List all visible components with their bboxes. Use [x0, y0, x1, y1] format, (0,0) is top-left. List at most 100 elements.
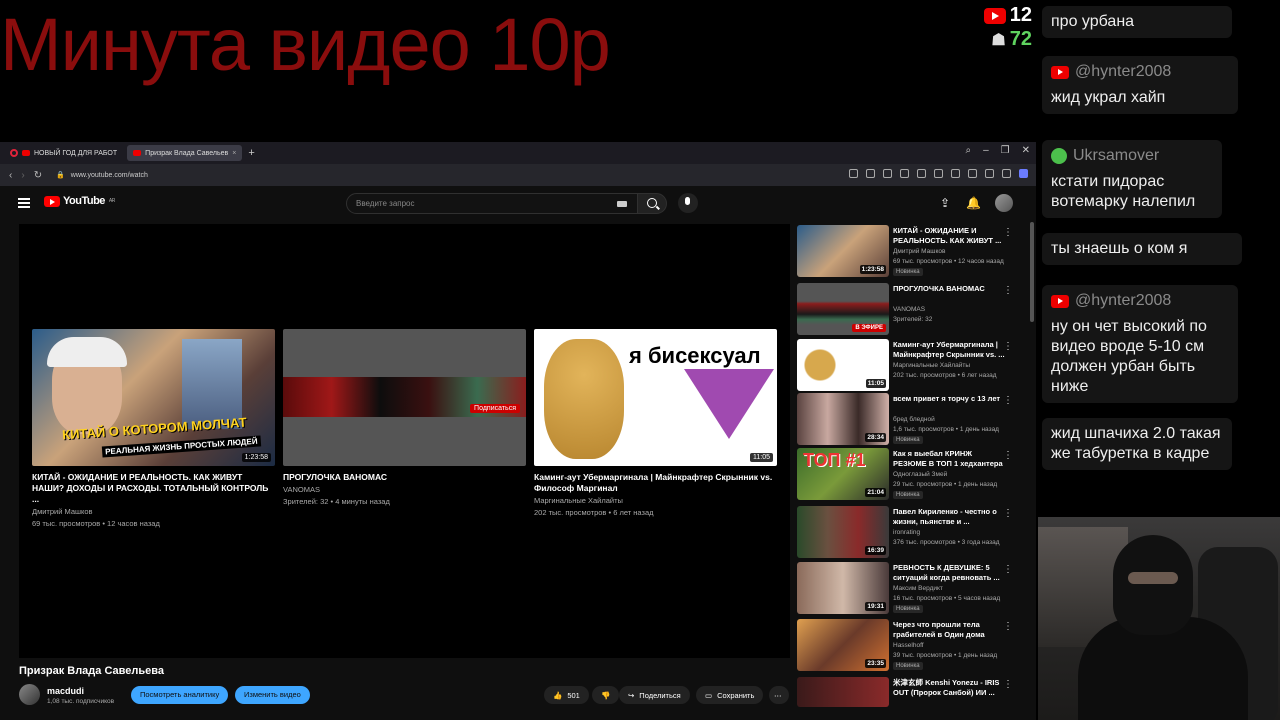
extension-icon[interactable] — [1002, 169, 1011, 178]
more-icon[interactable]: ⋮ — [1003, 341, 1013, 352]
endcard-thumbnail[interactable]: Подписаться — [283, 329, 526, 466]
lock-icon: 🔒 — [56, 172, 65, 179]
url-field[interactable]: 🔒 www.youtube.com/watch — [56, 171, 148, 180]
duration-badge: 19:31 — [865, 602, 886, 611]
bell-icon[interactable]: 🔔 — [966, 196, 981, 210]
edit-video-button[interactable]: Изменить видео — [235, 686, 310, 704]
related-thumbnail[interactable]: 16:39 — [797, 506, 889, 558]
scrollbar[interactable] — [1030, 222, 1034, 322]
related-thumbnail[interactable]: 19:31 — [797, 562, 889, 614]
related-video[interactable]: 23:35 Через что прошли тела грабителей в… — [797, 619, 1029, 671]
related-video[interactable]: 11:05 Каминг-аут Убермаргинала | Майнкра… — [797, 339, 1029, 391]
related-title[interactable]: всем привет я торчу с 13 лет — [893, 394, 1005, 404]
endcard-title[interactable]: Каминг-аут Убермаргинала | Майнкрафтер С… — [534, 472, 777, 494]
extension-icon[interactable] — [1019, 169, 1028, 178]
more-icon[interactable]: ⋮ — [1003, 679, 1013, 690]
upload-icon[interactable]: ⇪ — [940, 196, 950, 210]
search-tabs-icon[interactable]: ⌕ — [965, 145, 971, 156]
more-icon[interactable]: ⋮ — [1003, 621, 1013, 632]
channel-name[interactable]: macdudi — [47, 686, 84, 696]
more-actions-button[interactable]: ⋯ — [769, 686, 789, 704]
related-thumbnail[interactable] — [797, 677, 889, 707]
endcard-channel-card[interactable]: Подписаться ПРОГУЛОЧКА ВАНОМАС VANOMAS З… — [283, 329, 526, 507]
related-video[interactable]: ТОП #1 21:04 Как я выебал КРИНЖ РЕЗЮМЕ В … — [797, 448, 1029, 500]
tab-new-year[interactable]: НОВЫЙ ГОД ДЛЯ РАБОТ — [4, 145, 123, 161]
endcard-channel: Дмитрий Машков — [32, 507, 93, 516]
subscribe-button[interactable]: Подписаться — [470, 404, 520, 413]
extension-icon[interactable] — [968, 169, 977, 178]
related-title[interactable]: ПРОГУЛОЧКА ВАНОМАС — [893, 284, 1005, 294]
youtube-logo[interactable]: YouTube AR — [44, 195, 115, 207]
endcard-thumbnail[interactable]: КИТАЙ О КОТОРОМ МОЛЧАТ РЕАЛЬНАЯ ЖИЗНЬ ПР… — [32, 329, 275, 466]
extension-icon[interactable] — [849, 169, 858, 178]
related-title[interactable]: Через что прошли тела грабителей в Один … — [893, 620, 1005, 640]
extension-icon[interactable] — [917, 169, 926, 178]
chat-text: кстати пидорас вотемарку налепил — [1051, 173, 1196, 210]
save-button[interactable]: ▭ Сохранить — [696, 686, 764, 704]
more-icon[interactable]: ⋮ — [1003, 227, 1013, 238]
related-thumbnail[interactable]: В ЭФИРЕ — [797, 283, 889, 335]
like-button[interactable]: 👍 501 — [544, 686, 589, 704]
search-input[interactable]: Введите запрос — [346, 193, 638, 214]
dislike-button[interactable]: 👎 — [592, 686, 620, 704]
chat-author: @hynter2008 — [1075, 63, 1172, 80]
close-window-icon[interactable]: ✕ — [1022, 145, 1030, 156]
endcard-title[interactable]: ПРОГУЛОЧКА ВАНОМАС — [283, 472, 526, 483]
related-video[interactable]: 19:31 РЕВНОСТЬ К ДЕВУШКЕ: 5 ситуаций ког… — [797, 562, 1029, 614]
related-thumbnail[interactable]: 23:35 — [797, 619, 889, 671]
mic-icon[interactable] — [678, 193, 698, 213]
more-icon[interactable]: ⋮ — [1003, 395, 1013, 406]
related-thumbnail[interactable]: 11:05 — [797, 339, 889, 391]
video-player[interactable]: КИТАЙ О КОТОРОМ МОЛЧАТ РЕАЛЬНАЯ ЖИЗНЬ ПР… — [19, 224, 790, 658]
extension-icon[interactable] — [951, 169, 960, 178]
endcard-thumbnail[interactable]: я бисексуал 11:05 — [534, 329, 777, 466]
related-thumbnail[interactable]: ТОП #1 21:04 — [797, 448, 889, 500]
related-title[interactable]: РЕВНОСТЬ К ДЕВУШКЕ: 5 ситуаций когда рев… — [893, 563, 1005, 583]
related-video[interactable]: 米津玄師 Kenshi Yonezu - IRIS OUT (Пророк Са… — [797, 677, 1029, 707]
new-tab-button[interactable]: + — [248, 147, 254, 159]
analytics-button[interactable]: Посмотреть аналитику — [131, 686, 229, 704]
search-button[interactable] — [637, 193, 667, 214]
restore-icon[interactable]: ❐ — [1001, 145, 1010, 156]
reload-icon[interactable]: ↻ — [34, 170, 42, 181]
related-thumbnail[interactable]: 1:23:58 — [797, 225, 889, 277]
new-badge: Новинка — [893, 662, 923, 670]
endcard-title[interactable]: КИТАЙ - ОЖИДАНИЕ И РЕАЛЬНОСТЬ. КАК ЖИВУТ… — [32, 472, 275, 505]
related-title[interactable]: Каминг-аут Убермаргинала | Майнкрафтер С… — [893, 340, 1005, 360]
related-title[interactable]: Как я выебал КРИНЖ РЕЗЮМЕ В ТОП 1 хедхан… — [893, 449, 1005, 469]
more-icon[interactable]: ⋮ — [1003, 508, 1013, 519]
related-title[interactable]: Павел Кириленко - честно о жизни, пьянст… — [893, 507, 1005, 527]
related-title[interactable]: КИТАЙ - ОЖИДАНИЕ И РЕАЛЬНОСТЬ. КАК ЖИВУТ… — [893, 226, 1005, 246]
share-button[interactable]: ↪ Поделиться — [619, 686, 690, 704]
more-icon[interactable]: ⋮ — [1003, 285, 1013, 296]
more-icon[interactable]: ⋮ — [1003, 450, 1013, 461]
chat-text: ты знаешь о ком я — [1051, 240, 1188, 257]
chat-message: жид шпачиха 2.0 такая же табуретка в кад… — [1042, 418, 1232, 470]
youtube-favicon — [22, 150, 30, 156]
related-video[interactable]: 16:39 Павел Кириленко - честно о жизни, … — [797, 506, 1029, 558]
keyboard-icon[interactable] — [617, 201, 627, 207]
related-video[interactable]: 1:23:58 КИТАЙ - ОЖИДАНИЕ И РЕАЛЬНОСТЬ. К… — [797, 225, 1029, 277]
menu-icon[interactable] — [18, 198, 30, 208]
extension-icon[interactable] — [866, 169, 875, 178]
back-icon[interactable]: ‹ — [9, 170, 12, 181]
related-video[interactable]: В ЭФИРЕ ПРОГУЛОЧКА ВАНОМАС VANOMAS Зрите… — [797, 283, 1029, 335]
extension-icon[interactable] — [900, 169, 909, 178]
extension-icon[interactable] — [934, 169, 943, 178]
channel-avatar[interactable] — [19, 684, 40, 705]
more-icon[interactable]: ⋮ — [1003, 564, 1013, 575]
extension-icon[interactable] — [883, 169, 892, 178]
duration-badge: 23:35 — [865, 659, 886, 668]
endcard-video[interactable]: я бисексуал 11:05 Каминг-аут Убермаргина… — [534, 329, 777, 518]
extension-icon[interactable] — [985, 169, 994, 178]
related-thumbnail[interactable]: 28:34 — [797, 393, 889, 445]
youtube-header: YouTube AR Введите запрос ⇪ 🔔 — [0, 186, 1036, 222]
minimize-icon[interactable]: – — [983, 145, 989, 156]
tab-current[interactable]: Призрак Влада Савельев × — [127, 145, 243, 161]
close-tab-icon[interactable]: × — [232, 150, 236, 157]
related-title[interactable]: 米津玄師 Kenshi Yonezu - IRIS OUT (Пророк Са… — [893, 678, 1005, 698]
forward-icon[interactable]: › — [21, 170, 24, 181]
related-video[interactable]: 28:34 всем привет я торчу с 13 лет бред … — [797, 393, 1029, 445]
account-avatar[interactable] — [995, 194, 1013, 212]
endcard-video[interactable]: КИТАЙ О КОТОРОМ МОЛЧАТ РЕАЛЬНАЯ ЖИЗНЬ ПР… — [32, 329, 275, 529]
